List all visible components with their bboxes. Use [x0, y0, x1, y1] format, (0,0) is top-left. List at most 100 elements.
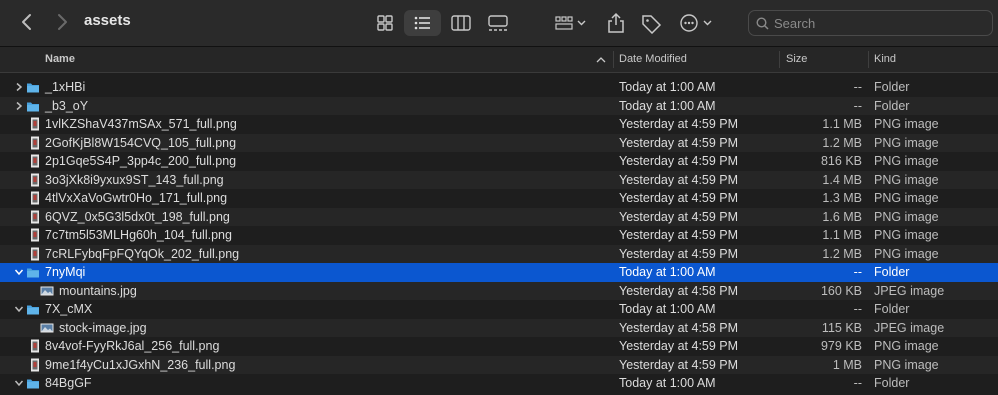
- file-name: mountains.jpg: [59, 283, 137, 298]
- toolbar: assets Search: [0, 0, 998, 47]
- file-row[interactable]: 2p1Gqe5S4P_3pp4c_200_full.png Yesterday a…: [0, 152, 998, 171]
- png-thumbnail-icon: [31, 173, 39, 186]
- folder-icon: [27, 268, 39, 278]
- date-modified: Yesterday at 4:59 PM: [619, 339, 739, 353]
- file-name: _b3_oY: [45, 98, 89, 113]
- file-size: 1.4 MB: [822, 172, 862, 187]
- file-kind: Folder: [874, 265, 910, 279]
- png-thumbnail-icon: [31, 117, 39, 131]
- list-view-icon: [414, 16, 430, 30]
- file-name: stock-image.jpg: [59, 320, 147, 335]
- jpeg-thumbnail-icon: [40, 323, 54, 332]
- file-row[interactable]: 8v4vof-FyyRkJ6al_256_full.png Yesterday a…: [0, 337, 998, 356]
- gallery-view-icon[interactable]: [485, 12, 511, 34]
- disclosure-collapsed-icon[interactable]: [14, 101, 24, 111]
- column-date-modified[interactable]: Date Modified: [619, 53, 687, 65]
- list-view-button[interactable]: [404, 10, 441, 36]
- column-divider[interactable]: [868, 51, 869, 68]
- file-kind: Folder: [874, 98, 910, 113]
- date-modified: Yesterday at 4:59 PM: [619, 357, 739, 372]
- file-size: --: [853, 98, 862, 113]
- date-modified: Today at 1:00 AM: [619, 265, 716, 279]
- tag-icon[interactable]: [638, 12, 664, 34]
- column-name[interactable]: Name: [45, 53, 75, 65]
- file-name: 3o3jXk8i9yxux9ST_143_full.png: [45, 172, 224, 187]
- folder-icon: [27, 379, 39, 389]
- disclosure-expanded-icon[interactable]: [14, 267, 24, 277]
- column-divider[interactable]: [779, 51, 780, 68]
- png-thumbnail-icon: [31, 154, 39, 168]
- date-modified: Yesterday at 4:59 PM: [619, 117, 739, 131]
- file-kind: PNG image: [874, 172, 939, 187]
- file-name: 7X_cMX: [45, 302, 93, 316]
- search-icon: [756, 17, 769, 30]
- folder-row[interactable]: 7nyMqi Today at 1:00 AM -- Folder: [0, 263, 998, 282]
- file-name: 2GofKjBl8W154CVQ_105_full.png: [45, 135, 237, 150]
- folder-row[interactable]: 84BgGF Today at 1:00 AM -- Folder: [0, 374, 998, 393]
- file-row[interactable]: 2GofKjBl8W154CVQ_105_full.png Yesterday a…: [0, 133, 998, 152]
- png-thumbnail-icon: [31, 247, 39, 260]
- file-size: 1.2 MB: [822, 135, 862, 150]
- disclosure-expanded-icon[interactable]: [14, 378, 24, 388]
- file-row[interactable]: 1vlKZShaV437mSAx_571_full.png Yesterday a…: [0, 115, 998, 134]
- grid-view-icon[interactable]: [372, 12, 398, 34]
- png-thumbnail-icon: [31, 358, 39, 371]
- sort-ascending-icon[interactable]: [596, 56, 606, 64]
- file-size: 1.2 MB: [822, 246, 862, 261]
- file-name: 7cRLFybqFpFQYqOk_202_full.png: [45, 246, 240, 261]
- search-field[interactable]: Search: [748, 10, 993, 36]
- chevron-right-icon[interactable]: [51, 11, 73, 33]
- folder-row[interactable]: _b3_oY Today at 1:00 AM -- Folder: [0, 96, 998, 115]
- folder-row[interactable]: 7X_cMX Today at 1:00 AM -- Folder: [0, 300, 998, 319]
- file-row[interactable]: 4tlVxXaVoGwtr0Ho_171_full.png Yesterday a…: [0, 189, 998, 208]
- column-size[interactable]: Size: [786, 53, 807, 65]
- file-size: 160 KB: [820, 283, 862, 298]
- file-row[interactable]: mountains.jpg Yesterday at 4:58 PM 160 KB J…: [0, 281, 998, 300]
- search-placeholder: Search: [774, 16, 816, 31]
- column-divider[interactable]: [613, 51, 614, 68]
- file-kind: PNG image: [874, 154, 939, 168]
- file-kind: PNG image: [874, 135, 939, 150]
- date-modified: Today at 1:00 AM: [619, 80, 716, 94]
- file-kind: PNG image: [874, 191, 939, 205]
- folder-icon: [27, 83, 39, 93]
- file-kind: PNG image: [874, 209, 939, 224]
- file-size: 1 MB: [832, 357, 862, 372]
- file-size: --: [853, 265, 862, 279]
- file-kind: JPEG image: [874, 283, 945, 298]
- file-row[interactable]: 9me1f4yCu1xJGxhN_236_full.png Yesterday a…: [0, 355, 998, 374]
- png-thumbnail-icon: [31, 136, 39, 149]
- file-size: 115 KB: [821, 320, 862, 335]
- file-name: 1vlKZShaV437mSAx_571_full.png: [45, 117, 237, 131]
- folder-icon: [27, 305, 39, 315]
- date-modified: Yesterday at 4:59 PM: [619, 209, 739, 224]
- file-size: 979 KB: [820, 339, 862, 353]
- file-name: 2p1Gqe5S4P_3pp4c_200_full.png: [45, 154, 237, 168]
- file-kind: JPEG image: [874, 320, 945, 335]
- file-row[interactable]: stock-image.jpg Yesterday at 4:58 PM 115 K…: [0, 318, 998, 337]
- chevron-left-icon[interactable]: [17, 11, 39, 33]
- group-icon[interactable]: [553, 12, 589, 34]
- column-kind[interactable]: Kind: [874, 53, 896, 65]
- disclosure-collapsed-icon[interactable]: [14, 82, 24, 92]
- date-modified: Today at 1:00 AM: [619, 98, 716, 113]
- file-kind: PNG image: [874, 246, 939, 261]
- file-row[interactable]: 6QVZ_0x5G3l5dx0t_198_full.png Yesterday a…: [0, 207, 998, 226]
- share-icon[interactable]: [603, 12, 629, 34]
- disclosure-expanded-icon[interactable]: [14, 304, 24, 314]
- file-name: 6QVZ_0x5G3l5dx0t_198_full.png: [45, 209, 230, 224]
- png-thumbnail-icon: [31, 210, 39, 223]
- file-name: 4tlVxXaVoGwtr0Ho_171_full.png: [45, 191, 228, 205]
- folder-row[interactable]: _1xHBi Today at 1:00 AM -- Folder: [0, 78, 998, 97]
- column-view-icon[interactable]: [448, 12, 474, 34]
- file-row[interactable]: 7cRLFybqFpFQYqOk_202_full.png Yesterday a…: [0, 244, 998, 263]
- file-row[interactable]: 7c7tm5l53MLHg60h_104_full.png Yesterday a…: [0, 226, 998, 245]
- file-row[interactable]: 3o3jXk8i9yxux9ST_143_full.png Yesterday a…: [0, 170, 998, 189]
- file-size: 816 KB: [820, 154, 862, 168]
- date-modified: Yesterday at 4:59 PM: [619, 246, 739, 261]
- window-title: assets: [84, 12, 131, 29]
- more-icon[interactable]: [678, 12, 716, 34]
- file-name: 9me1f4yCu1xJGxhN_236_full.png: [45, 357, 236, 372]
- column-header: Name Date Modified Size Kind: [0, 47, 998, 73]
- file-kind: PNG image: [874, 117, 939, 131]
